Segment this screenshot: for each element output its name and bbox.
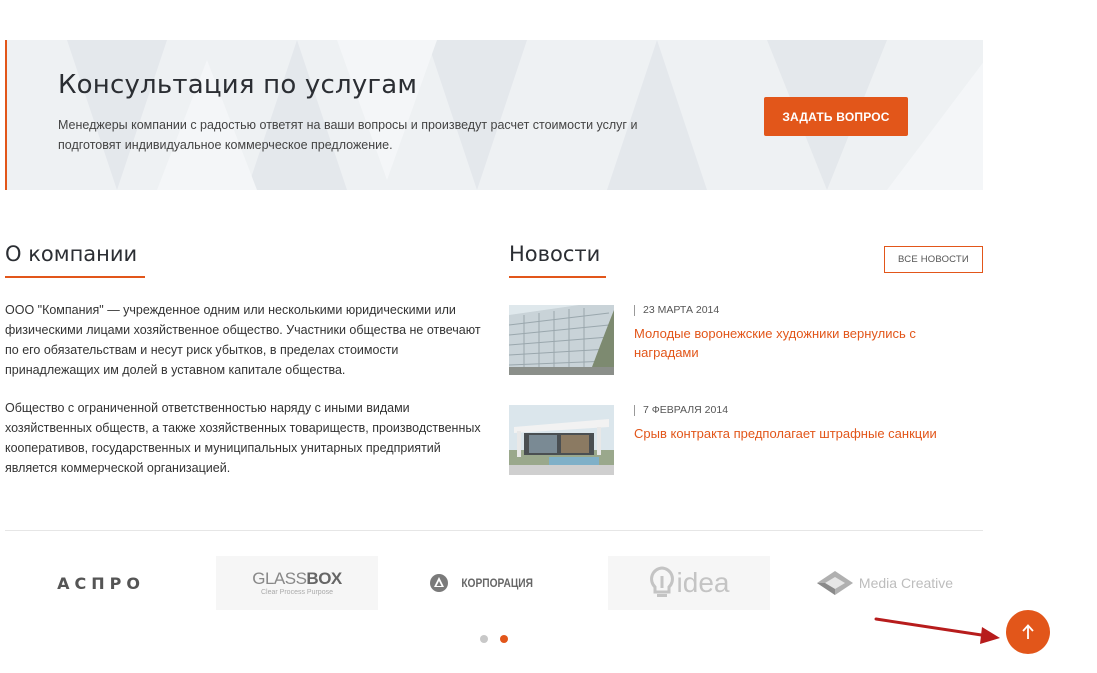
news-link[interactable]: Срыв контракта предполагает штрафные сан… [634, 424, 964, 443]
glassbox-tagline: Clear Process Purpose [261, 589, 333, 596]
scroll-to-top-button[interactable] [1006, 610, 1050, 654]
lightbulb-icon [649, 566, 675, 600]
corporation-logo-text: КОРПОРАЦИЯ [461, 576, 533, 590]
news-item: 23 МАРТА 2014 Молодые воронежские художн… [509, 305, 983, 375]
consultation-description: Менеджеры компании с радостью ответят на… [58, 118, 638, 152]
arrow-up-icon [1022, 624, 1034, 639]
ask-question-button[interactable]: ЗАДАТЬ ВОПРОС [764, 97, 908, 136]
glassbox-logo-bold: BOX [306, 569, 342, 588]
annotation-arrow [874, 617, 1000, 644]
news-thumbnail[interactable] [509, 305, 614, 375]
consultation-banner: Консультация по услугам Менеджеры компан… [5, 40, 983, 190]
news-thumbnail[interactable] [509, 405, 614, 475]
news-date: 7 ФЕВРАЛЯ 2014 [634, 405, 728, 416]
idea-logo-text: idea [676, 567, 730, 598]
glassbox-logo-light: GLASS [252, 569, 307, 588]
news-item: 7 ФЕВРАЛЯ 2014 Срыв контракта предполага… [509, 405, 983, 475]
section-divider [5, 530, 983, 531]
about-title-underline [5, 276, 145, 278]
partner-logo-corporation[interactable]: КОРПОРАЦИЯ [403, 556, 565, 610]
partner-logo-media-creative[interactable]: Media Creative [803, 556, 965, 610]
about-title: О компании [5, 242, 138, 266]
consultation-title: Консультация по услугам [58, 70, 418, 100]
villa-image [509, 405, 614, 475]
media-creative-logo-text: Media Creative [858, 575, 954, 591]
building-image [509, 305, 614, 375]
news-date: 23 МАРТА 2014 [634, 305, 719, 316]
carousel-dot-2-active[interactable] [500, 635, 508, 643]
about-paragraph-2: Общество с ограниченной ответственностью… [5, 401, 481, 475]
about-paragraph-1: ООО "Компания" — учрежденное одним или н… [5, 303, 481, 377]
partner-logo-glassbox[interactable]: GLASSBOX Clear Process Purpose [216, 556, 378, 610]
about-text: ООО "Компания" — учрежденное одним или н… [5, 300, 483, 496]
glassbox-logo: GLASSBOX Clear Process Purpose [252, 570, 342, 596]
aspro-logo-text: АСПРО [57, 573, 145, 593]
news-title: Новости [509, 242, 601, 266]
partner-logo-aspro[interactable]: АСПРО [20, 556, 182, 610]
news-link[interactable]: Молодые воронежские художники вернулись … [634, 324, 964, 362]
media-creative-icon [815, 569, 855, 597]
corporation-icon [429, 573, 449, 593]
news-title-underline [509, 276, 606, 278]
carousel-dot-1[interactable] [480, 635, 488, 643]
all-news-button[interactable]: ВСЕ НОВОСТИ [884, 246, 983, 273]
partner-logo-idea[interactable]: idea [608, 556, 770, 610]
